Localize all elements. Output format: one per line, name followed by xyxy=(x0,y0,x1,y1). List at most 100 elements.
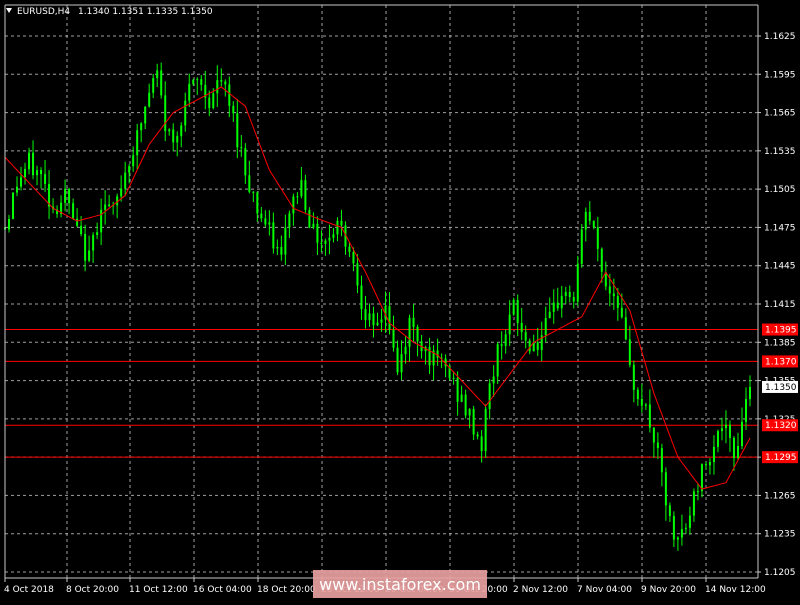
candle-body xyxy=(612,293,615,297)
candle-body xyxy=(120,188,123,197)
candle-body xyxy=(512,299,515,315)
candle-body xyxy=(696,491,699,493)
candle-body xyxy=(216,80,219,94)
candle-body xyxy=(636,389,639,400)
candle-body xyxy=(488,383,491,409)
candle-body xyxy=(76,218,79,226)
candle-body xyxy=(548,311,551,319)
candle-body xyxy=(484,408,487,452)
time-tick-label: 7 Nov 04:00 xyxy=(577,585,632,595)
candle-body xyxy=(252,191,255,193)
candle-body xyxy=(80,225,83,235)
time-tick-label: 8 Oct 20:00 xyxy=(66,585,119,595)
candle-body xyxy=(232,105,235,114)
candle-body xyxy=(356,263,359,286)
candle-body xyxy=(96,232,99,235)
candle-body xyxy=(300,180,303,197)
candle-body xyxy=(380,319,383,323)
candle-body xyxy=(248,175,251,192)
candle-body xyxy=(224,81,227,85)
candle-body xyxy=(8,218,11,230)
candle-body xyxy=(32,152,35,176)
candle-body xyxy=(720,428,723,432)
candle-body xyxy=(156,70,159,79)
candle-body xyxy=(36,170,39,176)
candle-body xyxy=(304,180,307,210)
candle-body xyxy=(620,307,623,318)
candle-body xyxy=(20,177,23,187)
price-tick-label: 1.1625 xyxy=(764,32,796,42)
candle-body xyxy=(608,286,611,294)
candle-body xyxy=(544,318,547,336)
candle-body xyxy=(592,220,595,228)
candle-body xyxy=(228,84,231,106)
candle-body xyxy=(492,376,495,384)
candle-body xyxy=(280,247,283,255)
price-tick-label: 1.1205 xyxy=(764,568,796,578)
price-chart: 1.1625 1.1595 1.1565 1.1535 1.1505 1.1475 1.14… xyxy=(0,0,800,600)
candle-body xyxy=(328,237,331,241)
candle-body xyxy=(600,248,603,272)
level-price-label: 1.1370 xyxy=(765,357,797,367)
candle-body xyxy=(12,192,15,219)
candle-body xyxy=(312,223,315,228)
candle-body xyxy=(140,123,143,131)
candle-body xyxy=(180,125,183,137)
candle-body xyxy=(476,434,479,437)
candle-body xyxy=(520,323,523,333)
candle-body xyxy=(576,263,579,302)
candle-body xyxy=(624,317,627,340)
candle-body xyxy=(616,296,619,308)
candle-body xyxy=(100,209,103,233)
candle-body xyxy=(524,332,527,341)
candle-body xyxy=(552,302,555,312)
candle-body xyxy=(464,394,467,416)
candle-body xyxy=(168,129,171,132)
watermark-text: www.instaforex.com xyxy=(319,575,481,594)
current-price-label: 1.1350 xyxy=(765,383,797,393)
candle-body xyxy=(244,148,247,176)
candle-body xyxy=(160,70,163,96)
price-axis: 1.1625 1.1595 1.1565 1.1535 1.1505 1.1475 1.14… xyxy=(758,32,796,578)
candle-body xyxy=(664,472,667,506)
candle-body xyxy=(284,227,287,255)
price-tick-label: 1.1415 xyxy=(764,300,796,310)
price-tick-label: 1.1385 xyxy=(764,338,796,348)
candle-body xyxy=(680,529,683,538)
chart-stage: 1.1625 1.1595 1.1565 1.1535 1.1505 1.1475 1.14… xyxy=(0,0,800,600)
candle-body xyxy=(708,462,711,466)
candle-body xyxy=(596,227,599,249)
candle-body xyxy=(732,437,735,459)
candle-body xyxy=(388,306,391,331)
price-tick-label: 1.1565 xyxy=(764,109,796,119)
candle-body xyxy=(668,505,671,517)
candle-body xyxy=(68,189,71,204)
candle-body xyxy=(428,347,431,366)
candle-body xyxy=(400,354,403,373)
time-tick-label: 11 Oct 12:00 xyxy=(129,585,188,595)
candle-body xyxy=(44,174,47,184)
candle-body xyxy=(28,152,31,170)
candle-body xyxy=(740,421,743,447)
candle-body xyxy=(148,92,151,107)
candle-body xyxy=(212,93,215,108)
candle-body xyxy=(644,404,647,406)
candle-body xyxy=(536,342,539,350)
candle-body xyxy=(220,80,223,82)
price-tick-label: 1.1265 xyxy=(764,491,796,501)
candle-body xyxy=(504,334,507,346)
candle-body xyxy=(360,285,363,310)
candle-body xyxy=(472,408,475,435)
candle-body xyxy=(396,347,399,373)
candle-body xyxy=(588,211,591,221)
candle-body xyxy=(276,247,279,249)
time-tick-label: 4 Oct 2018 xyxy=(4,585,54,595)
candle-body xyxy=(172,129,175,143)
time-tick-label: 18 Oct 20:00 xyxy=(257,585,316,595)
candle-body xyxy=(724,424,727,429)
level-price-label: 1.1320 xyxy=(765,421,797,431)
time-tick-label: 2 Nov 12:00 xyxy=(513,585,568,595)
candle-body xyxy=(660,448,663,473)
candle-body xyxy=(508,314,511,335)
candle-body xyxy=(196,79,199,81)
